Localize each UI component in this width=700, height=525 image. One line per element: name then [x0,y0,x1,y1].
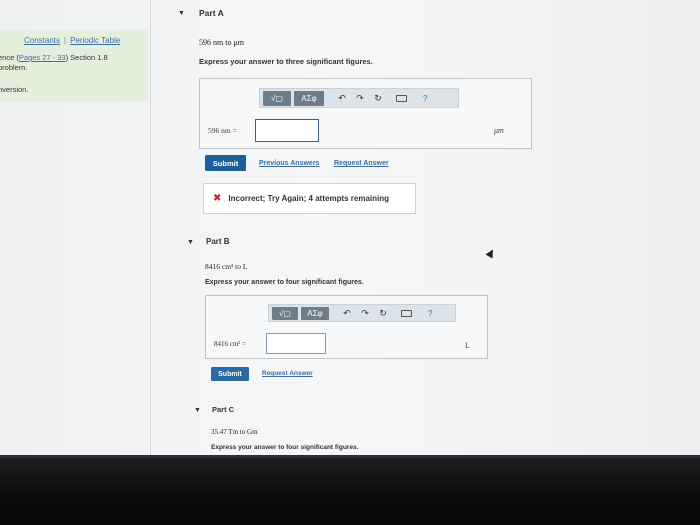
keyboard-icon[interactable] [396,94,407,102]
bezel-edge [0,455,700,458]
part-b-title[interactable]: Part B [206,237,230,246]
part-a-answer-input[interactable] [255,119,319,142]
redo-icon[interactable]: ↷ [352,93,368,104]
feedback-text: Incorrect; Try Again; 4 attempts remaini… [228,194,390,203]
pages-link[interactable]: Pages 27 - 33 [19,53,66,62]
reset-icon[interactable]: ↻ [375,308,391,319]
part-a-request-answer-link[interactable]: Request Answer [334,160,389,167]
part-c-instruction: Express your answer to four significant … [211,444,359,451]
previous-answers-link[interactable]: Previous Answers [259,160,319,167]
help-button[interactable]: ? [423,94,427,103]
templates-button[interactable]: √▢ [272,306,298,320]
part-b-instruction: Express your answer to four significant … [205,279,364,286]
column-divider [150,0,151,455]
constants-link[interactable]: Constants [24,36,60,45]
part-b-submit-button[interactable]: Submit [211,367,249,381]
part-a-unit: μm [494,126,504,135]
sidebar-links: Constants | Periodic Table [24,36,120,45]
part-b-eq-label: 8416 cm³ = [214,340,247,348]
part-b-prompt: 8416 cm³ to L [205,262,248,271]
part-a-toolbar: √▢ ΑΣφ ↶ ↷ ↻ ? [259,88,459,108]
feedback-box: ✖ Incorrect; Try Again; 4 attempts remai… [203,183,416,214]
periodic-table-link[interactable]: Periodic Table [70,36,120,45]
part-b-request-answer-link[interactable]: Request Answer [262,370,313,377]
part-b-unit: L [465,341,470,350]
part-a-submit-button[interactable]: Submit [205,155,246,171]
redo-icon[interactable]: ↷ [357,308,373,319]
part-c-title[interactable]: Part C [212,405,234,414]
part-b-answer-input[interactable] [266,333,326,354]
templates-button[interactable]: √▢ [263,90,291,106]
chevron-down-icon[interactable]: ▼ [178,10,185,17]
ref-line2: problem. [0,63,28,72]
part-c-prompt: 35.47 Tm to Gm [211,428,258,436]
part-a-prompt: 596 nm to μm [199,38,244,47]
undo-icon[interactable]: ↶ [339,308,355,319]
keyboard-icon[interactable] [401,309,412,317]
ref-prefix: ence ( [0,53,19,62]
links-separator: | [64,36,67,45]
reset-icon[interactable]: ↻ [370,93,386,104]
sidebar-conversion: nversion. [0,85,29,94]
sidebar-reference: ence (Pages 27 - 33) Section 1.8 problem… [0,53,108,73]
symbols-button[interactable]: ΑΣφ [294,90,324,106]
ref-suffix: ) Section 1.8 [65,53,108,62]
part-a-title[interactable]: Part A [199,8,224,18]
chevron-down-icon[interactable]: ▼ [187,239,194,246]
laptop-bezel [0,455,700,525]
part-a-instruction: Express your answer to three significant… [199,57,373,66]
part-a-eq-label: 596 nm = [208,126,237,135]
mouse-cursor-icon [485,247,497,259]
symbols-button[interactable]: ΑΣφ [301,306,329,320]
undo-icon[interactable]: ↶ [334,93,350,104]
error-x-icon: ✖ [213,193,222,204]
chevron-down-icon[interactable]: ▼ [194,407,201,414]
part-b-toolbar: √▢ ΑΣφ ↶ ↷ ↻ ? [268,304,456,322]
help-button[interactable]: ? [428,309,432,318]
browser-content: Constants | Periodic Table ence (Pages 27 … [0,0,700,455]
